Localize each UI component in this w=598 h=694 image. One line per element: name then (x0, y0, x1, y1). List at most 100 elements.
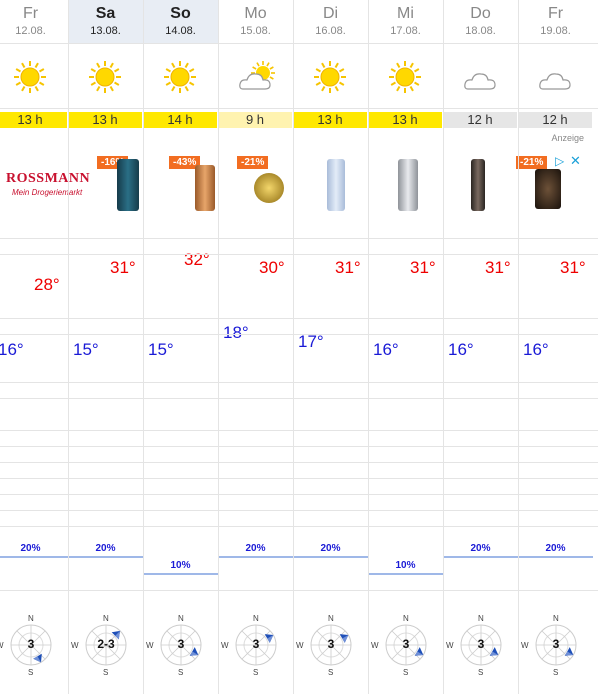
sun-icon (68, 43, 143, 108)
precipitation-chance: 20% (470, 543, 491, 554)
precipitation-bar (444, 556, 518, 558)
perfume-product-image[interactable] (398, 159, 418, 211)
compass-south: S (178, 668, 184, 677)
grid-line (0, 510, 598, 511)
grid-line (0, 318, 598, 319)
sun-icon (0, 43, 68, 108)
precipitation-bar (369, 573, 443, 575)
compass-west: W (296, 641, 304, 650)
sunshine-hours: 14 h (143, 112, 217, 128)
compass-north: N (28, 614, 34, 623)
day-name: Mo (244, 5, 267, 22)
wind-compass: 3 N S W (0, 612, 63, 678)
wind-speed: 2-3 (97, 637, 115, 651)
low-temperature: 15° (148, 340, 174, 359)
ad-info-icon[interactable]: ▷ (555, 154, 564, 168)
compass-south: S (253, 668, 259, 677)
day-header-4[interactable]: Di 16.08. (293, 0, 368, 43)
sunshine-hours: 13 h (368, 112, 442, 128)
grid-line (0, 334, 598, 335)
wind-compass: 3 N S W (521, 612, 588, 678)
day-header-3[interactable]: Mo 15.08. (218, 0, 293, 43)
high-temperature: 31° (410, 258, 436, 277)
day-header-7[interactable]: Fr 19.08. (518, 0, 593, 43)
compass-south: S (103, 668, 109, 677)
precipitation-bar (69, 556, 143, 558)
day-date: 18.08. (465, 25, 496, 37)
day-header-1[interactable]: Sa 13.08. (68, 0, 143, 43)
grid-line (0, 526, 598, 527)
compass-west: W (371, 641, 379, 650)
ad-brand[interactable]: ROSSMANN (6, 171, 90, 187)
precipitation-chance: 20% (95, 543, 116, 554)
sun-icon (143, 43, 218, 108)
compass-north: N (178, 614, 184, 623)
sunshine-hours: 13 h (68, 112, 142, 128)
compass-west: W (221, 641, 229, 650)
day-name: So (170, 5, 191, 22)
sunshine-hours: 9 h (218, 112, 292, 128)
perfume-product-image[interactable] (195, 165, 215, 211)
perfume-product-image[interactable] (471, 159, 485, 211)
low-temperature: 18° (223, 323, 249, 342)
compass-north: N (328, 614, 334, 623)
high-temperature: 31° (110, 258, 136, 277)
day-header-0[interactable]: Fr 12.08. (0, 0, 68, 43)
grid-line (0, 398, 598, 399)
day-name: Di (322, 5, 339, 22)
day-date: 13.08. (90, 25, 121, 37)
day-name: Mi (397, 5, 414, 22)
sunshine-hours: 13 h (293, 112, 367, 128)
compass-south: S (28, 668, 34, 677)
wind-speed: 3 (477, 637, 485, 651)
wind-compass: 3 N S W (446, 612, 513, 678)
wind-speed: 3 (252, 637, 260, 651)
grid-line (0, 494, 598, 495)
high-temperature: 28° (34, 275, 60, 294)
wind-compass: 3 N S W (221, 612, 288, 678)
perfume-product-image[interactable] (535, 169, 561, 209)
high-temperature: 30° (259, 258, 285, 277)
compass-south: S (553, 668, 559, 677)
sunshine-hours: 12 h (443, 112, 517, 128)
day-date: 17.08. (390, 25, 421, 37)
compass-west: W (0, 641, 4, 650)
day-name: Sa (95, 5, 116, 22)
grid-line (0, 382, 598, 383)
low-temperature: 15° (73, 340, 99, 359)
compass-west: W (446, 641, 454, 650)
grid-line (0, 254, 598, 255)
discount-badge: -21% (237, 156, 269, 169)
compass-north: N (478, 614, 484, 623)
precip-divider (0, 590, 598, 591)
wind-speed: 3 (402, 637, 410, 651)
wind-speed: 3 (552, 637, 560, 651)
day-date: 15.08. (240, 25, 271, 37)
wind-compass: 3 N S W (146, 612, 213, 678)
day-header-2[interactable]: So 14.08. (143, 0, 218, 43)
compass-south: S (328, 668, 334, 677)
ad-close-icon[interactable]: ✕ (570, 153, 581, 169)
perfume-product-image[interactable] (254, 173, 284, 203)
perfume-product-image[interactable] (117, 159, 139, 211)
compass-north: N (103, 614, 109, 623)
low-temperature: 16° (523, 340, 549, 359)
cloud-icon (518, 43, 593, 108)
sun-icon (368, 43, 443, 108)
partly-cloudy-icon (218, 43, 293, 108)
precipitation-bar (519, 556, 593, 558)
day-header-5[interactable]: Mi 17.08. (368, 0, 443, 43)
compass-north: N (253, 614, 259, 623)
precipitation-bar (219, 556, 293, 558)
day-date: 19.08. (540, 25, 571, 37)
grid-line (0, 430, 598, 431)
compass-west: W (71, 641, 79, 650)
wind-compass: 3 N S W (371, 612, 438, 678)
day-header-6[interactable]: Do 18.08. (443, 0, 518, 43)
rossmann-ad-banner[interactable]: ROSSMANN Mein Drogeriemarkt -16% -43% -2… (0, 153, 583, 213)
discount-badge: -21% (516, 156, 548, 169)
high-temperature: 31° (335, 258, 361, 277)
compass-north: N (403, 614, 409, 623)
low-temperature: 16° (448, 340, 474, 359)
perfume-product-image[interactable] (327, 159, 345, 211)
